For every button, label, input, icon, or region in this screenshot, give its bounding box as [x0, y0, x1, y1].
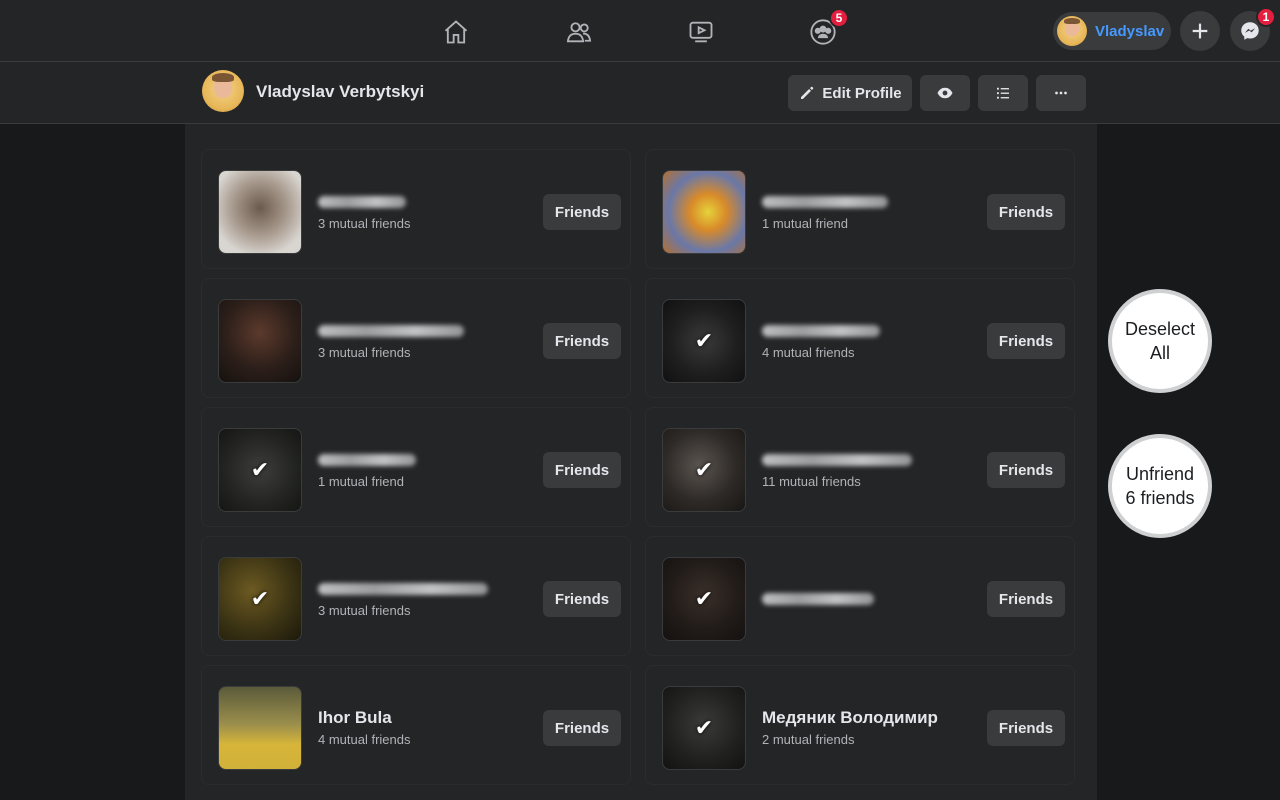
mutual-friends-count: 3 mutual friends: [318, 345, 411, 360]
mutual-friends-count: 2 mutual friends: [762, 732, 855, 747]
blurred-name: [318, 454, 416, 466]
friend-photo[interactable]: ✔: [662, 686, 746, 770]
friend-photo[interactable]: ✔: [218, 428, 302, 512]
unfriend-selected-button[interactable]: Unfriend 6 friends: [1108, 434, 1212, 538]
friend-card[interactable]: ✔ 11 mutual friends Friends: [645, 407, 1075, 527]
mutual-friends-count: 4 mutual friends: [318, 732, 411, 747]
blurred-name: [762, 325, 880, 337]
friend-card[interactable]: ✔ 3 mutual friends Friends: [201, 536, 631, 656]
user-profile-chip[interactable]: Vladyslav: [1053, 12, 1171, 50]
watch-tab[interactable]: [681, 12, 721, 52]
selected-check-icon: ✔: [694, 586, 714, 611]
edit-profile-button[interactable]: Edit Profile: [788, 75, 912, 111]
selected-check-icon: ✔: [694, 328, 714, 353]
blurred-name: [318, 325, 464, 337]
mutual-friends-count: 3 mutual friends: [318, 603, 411, 618]
pencil-icon: [801, 86, 814, 99]
friend-card[interactable]: 3 mutual friends Friends: [201, 278, 631, 398]
friend-photo[interactable]: [662, 170, 746, 254]
profile-header-bar: Vladyslav Verbytskyi Edit Profile: [0, 62, 1280, 124]
friend-name[interactable]: Медяник Володимир: [762, 708, 938, 728]
edit-profile-label: Edit Profile: [822, 84, 902, 102]
messenger-button[interactable]: 1: [1230, 7, 1276, 51]
deselect-label-line2: All: [1149, 343, 1170, 363]
top-navigation: 5 Vladyslav 1: [0, 0, 1280, 62]
friends-button[interactable]: Friends: [543, 452, 621, 488]
friend-name[interactable]: Ihor Bula: [318, 708, 392, 728]
friend-card[interactable]: Ihor Bula 4 mutual friends Friends: [201, 665, 631, 785]
home-icon: [444, 20, 468, 44]
friends-button[interactable]: Friends: [987, 194, 1065, 230]
friends-button[interactable]: Friends: [987, 323, 1065, 359]
selected-check-icon: ✔: [250, 457, 270, 482]
mutual-friends-count: 4 mutual friends: [762, 345, 855, 360]
friend-card[interactable]: ✔ 4 mutual friends Friends: [645, 278, 1075, 398]
plus-icon: [1192, 23, 1208, 39]
friend-card[interactable]: 3 mutual friends Friends: [201, 149, 631, 269]
friends-tab[interactable]: [559, 12, 599, 52]
blurred-name: [762, 454, 912, 466]
mutual-friends-count: 3 mutual friends: [318, 216, 411, 231]
friend-photo[interactable]: ✔: [662, 299, 746, 383]
eye-icon: [937, 87, 953, 99]
profile-name[interactable]: Vladyslav Verbytskyi: [256, 82, 424, 102]
selected-check-icon: ✔: [694, 457, 714, 482]
friend-photo[interactable]: [218, 686, 302, 770]
profile-avatar[interactable]: [202, 70, 244, 112]
deselect-all-button[interactable]: Deselect All: [1108, 289, 1212, 393]
avatar: [1057, 16, 1087, 46]
friend-card[interactable]: 1 mutual friend Friends: [645, 149, 1075, 269]
home-tab[interactable]: [436, 12, 476, 52]
view-as-button[interactable]: [920, 75, 970, 111]
friends-button[interactable]: Friends: [543, 710, 621, 746]
messenger-notification-badge: 1: [1256, 7, 1276, 27]
friend-card[interactable]: ✔ Friends: [645, 536, 1075, 656]
mutual-friends-count: 1 mutual friend: [318, 474, 404, 489]
unfriend-label-line2: 6 friends: [1125, 488, 1195, 508]
friend-card[interactable]: ✔ 1 mutual friend Friends: [201, 407, 631, 527]
more-options-button[interactable]: [1036, 75, 1086, 111]
more-dots-icon: [1055, 91, 1067, 95]
friend-photo[interactable]: ✔: [662, 428, 746, 512]
friends-button[interactable]: Friends: [543, 581, 621, 617]
friends-button[interactable]: Friends: [543, 323, 621, 359]
friends-button[interactable]: Friends: [987, 710, 1065, 746]
selected-check-icon: ✔: [250, 586, 270, 611]
mutual-friends-count: 1 mutual friend: [762, 216, 848, 231]
user-chip-name: Vladyslav: [1095, 22, 1165, 40]
mutual-friends-count: 11 mutual friends: [762, 474, 861, 489]
friends-button[interactable]: Friends: [987, 452, 1065, 488]
friends-icon: [566, 22, 592, 43]
activity-log-button[interactable]: [978, 75, 1028, 111]
blurred-name: [762, 593, 874, 605]
deselect-label-line1: Deselect: [1124, 319, 1196, 339]
friend-photo[interactable]: [218, 170, 302, 254]
video-play-icon: [689, 21, 713, 43]
friend-photo[interactable]: [218, 299, 302, 383]
list-icon: [997, 87, 1009, 99]
create-button[interactable]: [1180, 11, 1220, 51]
blurred-name: [318, 196, 406, 208]
groups-notification-badge: 5: [829, 8, 849, 28]
friends-button[interactable]: Friends: [543, 194, 621, 230]
friend-card[interactable]: ✔ Медяник Володимир 2 mutual friends Fri…: [645, 665, 1075, 785]
unfriend-label-line1: Unfriend: [1125, 464, 1195, 484]
friends-button[interactable]: Friends: [987, 581, 1065, 617]
blurred-name: [762, 196, 888, 208]
friend-photo[interactable]: ✔: [218, 557, 302, 641]
friends-list-panel: 3 mutual friends Friends 1 mutual friend…: [185, 124, 1097, 800]
friend-photo[interactable]: ✔: [662, 557, 746, 641]
selected-check-icon: ✔: [694, 715, 714, 740]
blurred-name: [318, 583, 488, 595]
groups-tab[interactable]: 5: [803, 8, 849, 52]
